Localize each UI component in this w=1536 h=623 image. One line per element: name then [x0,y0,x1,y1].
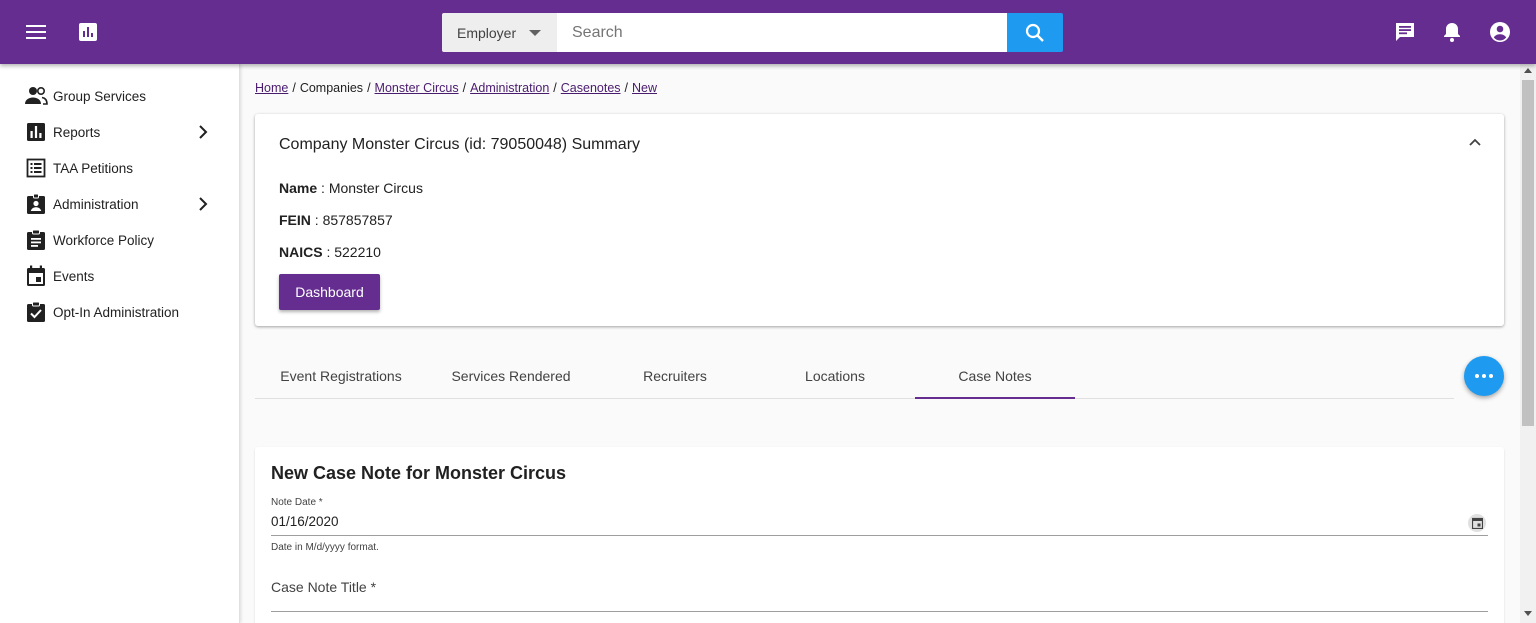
breadcrumb-administration-link[interactable]: Administration [470,81,549,95]
chat-icon[interactable] [1393,20,1417,44]
sidebar-item-label: Events [53,268,95,284]
sidebar-item-label: Administration [53,196,139,212]
top-app-bar: Employer [0,0,1536,64]
note-date-input[interactable]: 01/16/2020 [271,514,339,529]
summary-title: Company Monster Circus (id: 79050048) Su… [279,136,641,153]
case-note-title-underline [271,611,1488,612]
sidebar-item-label: Opt-In Administration [53,304,180,320]
field-value: Monster Circus [328,180,423,196]
group-icon [24,84,48,108]
summary-field-fein: FEIN : 857857857 [279,212,393,228]
search-category-value: Employer [457,24,517,41]
tab-services-rendered[interactable]: Services Rendered [431,354,591,398]
main-content: Home / Companies / Monster Circus / Administra… [240,64,1520,623]
breadcrumb-company-link[interactable]: Monster Circus [375,81,459,95]
dashboard-chart-icon[interactable] [76,20,100,44]
tab-recruiters[interactable]: Recruiters [595,354,755,398]
sidebar-item-reports[interactable]: Reports [0,114,239,150]
search-input[interactable] [557,13,1007,52]
search-icon [1025,23,1044,42]
sidebar-item-opt-in-administration[interactable]: Opt-In Administration [0,294,239,330]
note-date-label: Note Date * [271,497,323,508]
calendar-icon [24,264,48,288]
date-picker-icon[interactable] [1468,514,1486,532]
sidebar-item-label: Workforce Policy [53,232,155,248]
account-circle-icon[interactable] [1488,20,1512,44]
breadcrumb-home-link[interactable]: Home [255,81,288,95]
chevron-right-icon [199,125,208,139]
breadcrumb-separator: / [367,81,371,95]
chevron-up-icon[interactable] [1466,134,1484,152]
summary-field-naics: NAICS : 522210 [279,244,381,260]
field-label: NAICS [279,244,323,260]
scroll-up-arrow-icon[interactable] [1524,68,1532,73]
sidebar-item-administration[interactable]: Administration [0,186,239,222]
field-label: FEIN [279,212,311,228]
sidebar-item-label: Reports [53,124,101,140]
tab-bar: Event Registrations Services Rendered Re… [255,354,1454,399]
field-label: Name [279,180,318,196]
clipboard-icon [24,228,48,252]
company-summary-card: Company Monster Circus (id: 79050048) Su… [255,114,1504,326]
scrollbar-thumb[interactable] [1522,80,1534,426]
notifications-bell-icon[interactable] [1440,20,1464,44]
search-bar: Employer [442,13,1063,52]
sidebar-item-taa-petitions[interactable]: TAA Petitions [0,150,239,186]
tab-case-notes[interactable]: Case Notes [915,354,1075,399]
badge-icon [24,192,48,216]
note-date-hint: Date in M/d/yyyy format. [271,542,379,553]
scroll-down-arrow-icon[interactable] [1524,611,1532,616]
chevron-right-icon [199,197,208,211]
dashboard-button[interactable]: Dashboard [279,274,380,310]
summary-field-name: Name : Monster Circus [279,180,423,196]
note-date-underline [271,535,1488,536]
form-title: New Case Note for Monster Circus [271,463,567,483]
new-case-note-form: New Case Note for Monster Circus Note Da… [255,447,1504,623]
breadcrumb-separator: / [553,81,557,95]
bar-chart-icon [24,120,48,144]
menu-icon[interactable] [24,20,48,44]
more-horiz-icon [1475,374,1493,378]
sidebar-item-label: Group Services [53,88,147,104]
sidebar: Group Services Reports TAA Petitions Adm… [0,64,240,623]
sidebar-item-group-services[interactable]: Group Services [0,78,239,114]
search-category-select[interactable]: Employer [442,13,557,52]
more-actions-button[interactable] [1464,356,1504,396]
sidebar-item-label: TAA Petitions [53,160,134,176]
sidebar-item-workforce-policy[interactable]: Workforce Policy [0,222,239,258]
sidebar-item-events[interactable]: Events [0,258,239,294]
tab-event-registrations[interactable]: Event Registrations [261,354,421,398]
field-value: 857857857 [322,212,393,228]
list-icon [24,156,48,180]
breadcrumb-new-link[interactable]: New [632,81,657,95]
breadcrumb-companies: Companies [299,81,364,95]
breadcrumb: Home / Companies / Monster Circus / Administra… [255,81,657,95]
breadcrumb-casenotes-link[interactable]: Casenotes [561,81,621,95]
search-button[interactable] [1007,13,1063,52]
case-note-title-input[interactable]: Case Note Title * [271,579,376,595]
caret-down-icon [529,30,541,36]
breadcrumb-separator: / [624,81,629,95]
breadcrumb-separator: / [462,81,467,95]
checklist-icon [24,300,48,324]
tab-locations[interactable]: Locations [755,354,915,398]
breadcrumb-separator: / [292,81,296,95]
field-value: 522210 [334,244,381,260]
